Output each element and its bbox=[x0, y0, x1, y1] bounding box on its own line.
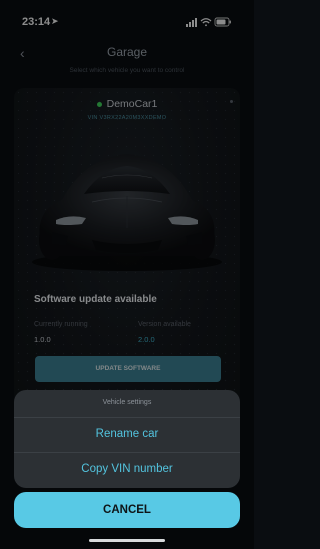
copy-vin-option[interactable]: Copy VIN number bbox=[14, 453, 240, 486]
rename-car-option[interactable]: Rename car bbox=[14, 418, 240, 451]
home-indicator bbox=[89, 539, 165, 542]
sheet-title: Vehicle settings bbox=[102, 399, 152, 406]
cancel-button[interactable]: CANCEL bbox=[14, 492, 240, 528]
vehicle-settings-sheet: Vehicle settings Rename car Copy VIN num… bbox=[14, 390, 240, 488]
